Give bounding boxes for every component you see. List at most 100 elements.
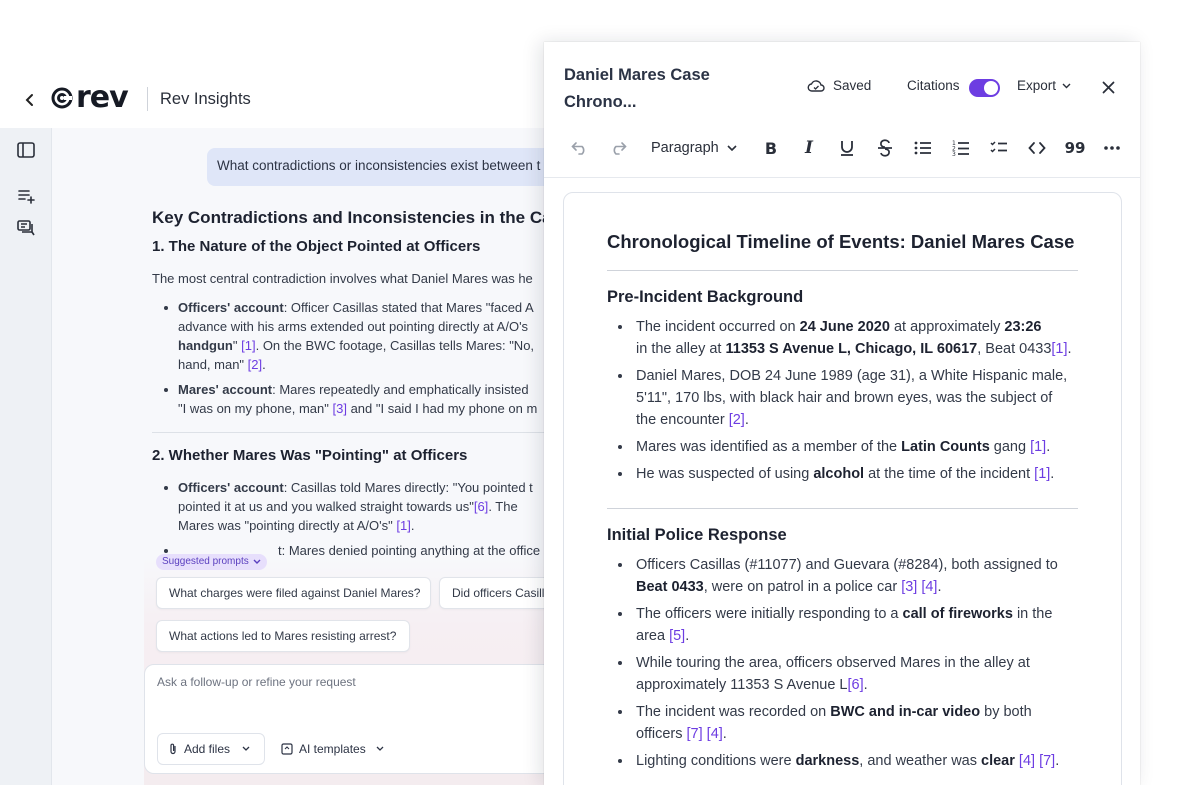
citations-toggle[interactable] [969,79,1000,97]
paperclip-icon [170,743,176,755]
document-page[interactable]: Chronological Timeline of Events: Daniel… [563,192,1122,785]
svg-text:3: 3 [952,151,956,157]
paragraph-style-label: Paragraph [651,140,719,156]
citation-link[interactable]: [3] [332,401,346,416]
chevron-down-icon [727,145,737,151]
list-item: He was suspected of using alcohol at the… [607,463,1097,485]
section-heading: Pre-Incident Background [607,288,804,306]
add-files-label: Add files [184,742,231,756]
editor-toolbar: Paragraph B I 123 99 [544,128,1140,168]
section-divider [152,432,562,433]
add-files-button[interactable]: Add files [157,733,265,765]
close-icon[interactable] [1099,78,1117,96]
ai-templates-label: AI templates [299,742,366,756]
item-text: : Officer Casillas stated that Mares "fa… [283,300,534,315]
new-chat-icon[interactable] [14,184,38,208]
citation-link[interactable]: [2] [248,357,262,372]
section-heading: Initial Police Response [607,526,787,544]
chat-history-icon[interactable] [14,216,38,240]
italic-icon[interactable]: I [797,136,821,160]
citation-link[interactable]: [4] [1019,753,1035,769]
saved-status: Saved [807,78,871,93]
document-title[interactable]: Daniel Mares Case Chrono... [564,62,744,116]
suggested-prompts-label: Suggested prompts [162,556,249,567]
answer-list: Officers' account: Casillas told Mares d… [152,478,562,560]
quote-icon[interactable]: 99 [1063,136,1087,160]
sidebar-toggle-icon[interactable] [14,138,38,162]
citations-label: Citations [907,78,960,93]
list-item: While touring the area, officers observe… [607,652,1097,696]
assistant-answer: Key Contradictions and Inconsistencies i… [152,208,562,566]
section-intro: The most central contradiction involves … [152,271,533,286]
citation-link[interactable]: [7] [687,726,703,742]
cloud-check-icon [807,79,825,92]
list-item: Lighting conditions were darkness, and w… [607,750,1097,772]
list-item: The incident was recorded on BWC and in-… [607,701,1097,745]
timeline-list: Officers Casillas (#11077) and Guevara (… [607,554,1097,777]
suggested-prompt-chip[interactable]: What charges were filed against Daniel M… [156,577,431,609]
citation-link[interactable]: [7] [1039,753,1055,769]
toolbar-divider [544,177,1140,178]
saved-label: Saved [833,78,872,93]
item-text: and "I said I had my phone on m [346,401,538,416]
document-panel: Daniel Mares Case Chrono... Saved Citati… [544,42,1140,785]
citation-link[interactable]: [4] [921,579,937,595]
strikethrough-icon[interactable] [873,136,897,160]
chevron-down-icon [1062,83,1071,88]
undo-icon[interactable] [568,136,592,160]
more-options-icon[interactable] [1100,136,1124,160]
item-text: "I was on my phone, man" [178,401,333,416]
item-text: : Casillas told Mares directly: "You poi… [283,480,533,495]
citation-link[interactable]: [4] [707,726,723,742]
checklist-icon[interactable] [987,136,1011,160]
rev-logo[interactable]: rev [50,83,129,113]
code-icon[interactable] [1025,136,1049,160]
prompt-composer: Ask a follow-up or refine your request A… [144,664,562,774]
composer-input[interactable]: Ask a follow-up or refine your request [157,675,356,689]
citation-link[interactable]: [6] [474,499,488,514]
section-heading: 1. The Nature of the Object Pointed at O… [152,238,481,255]
redo-icon[interactable] [606,136,630,160]
chevron-down-icon [242,746,250,751]
user-message: What contradictions or inconsistencies e… [207,148,562,186]
underline-icon[interactable] [835,136,859,160]
answer-list: Officers' account: Officer Casillas stat… [152,298,562,418]
item-text: pointed it at us and you walked straight… [178,499,474,514]
item-text: " [232,338,242,353]
citation-link[interactable]: [1] [1051,341,1067,357]
app-title: Rev Insights [160,90,251,108]
header-divider [147,87,148,111]
citation-link[interactable]: [3] [901,579,917,595]
suggested-prompts-toggle[interactable]: Suggested prompts [156,554,267,570]
chevron-down-icon [376,746,384,751]
citation-link[interactable]: [1] [1030,439,1046,455]
citation-link[interactable]: [1] [1034,466,1050,482]
item-text: . [262,357,266,372]
numbered-list-icon[interactable]: 123 [949,136,973,160]
export-button[interactable]: Export [1017,78,1071,93]
citation-link[interactable]: [6] [847,677,863,693]
bullet-list-icon[interactable] [911,136,935,160]
suggested-prompt-chip[interactable]: What actions led to Mares resisting arre… [156,620,410,652]
list-item: Officers' account: Casillas told Mares d… [164,478,562,535]
toggle-knob [984,81,998,95]
left-rail [0,128,52,785]
item-text: . On the BWC footage, Casillas tells Mar… [255,338,535,353]
timeline-list: The incident occurred on 24 June 2020 at… [607,316,1097,490]
citation-link[interactable]: [2] [729,412,745,428]
ai-templates-button[interactable]: AI templates [279,733,386,765]
list-item: Officers' account: Officer Casillas stat… [164,298,562,374]
list-item: The incident occurred on 24 June 2020 at… [607,316,1097,360]
back-chevron-icon[interactable] [20,90,40,110]
bold-icon[interactable]: B [759,136,783,160]
paragraph-style-dropdown[interactable]: Paragraph [651,136,737,160]
item-text: . The [488,499,518,514]
item-text: . [410,518,415,533]
item-label: Mares' account [178,382,273,397]
answer-title: Key Contradictions and Inconsistencies i… [152,208,562,227]
citation-link[interactable]: [5] [669,628,685,644]
citation-link[interactable]: [1] [396,518,410,533]
citation-link[interactable]: [1] [241,338,255,353]
app-header: rev Rev Insights [0,68,560,128]
export-label: Export [1017,78,1057,93]
